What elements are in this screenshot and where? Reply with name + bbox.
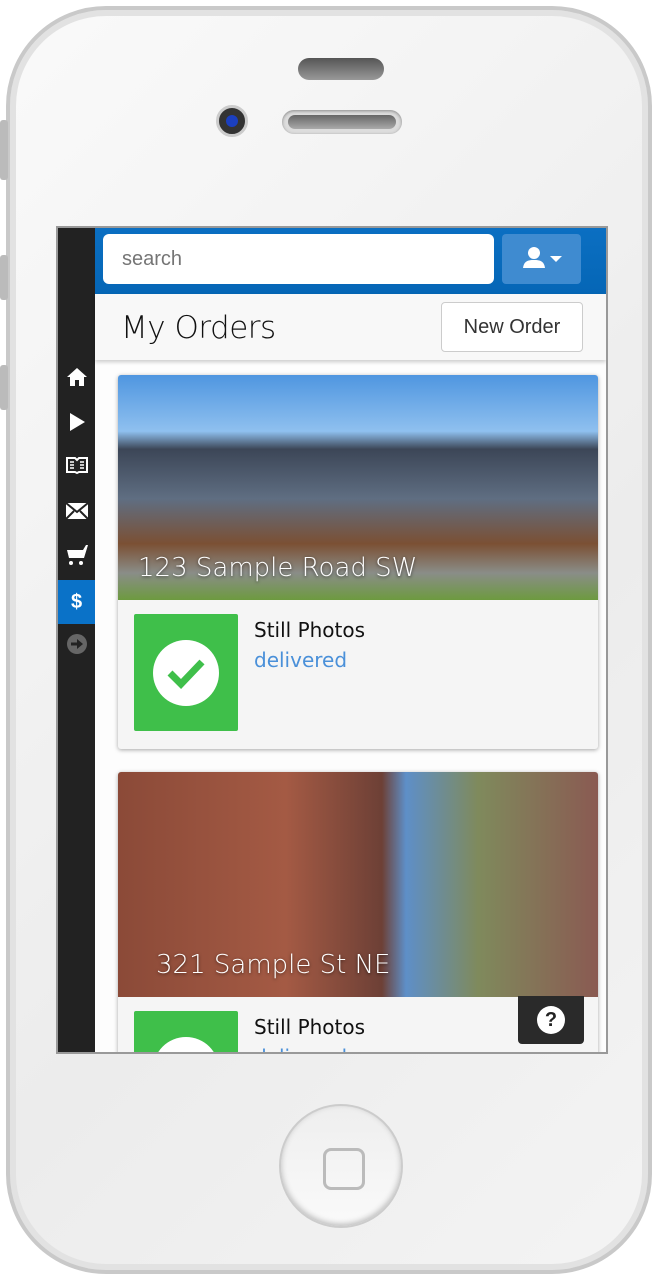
page-title: My Orders bbox=[121, 310, 276, 346]
user-icon bbox=[522, 246, 546, 273]
user-menu-button[interactable] bbox=[502, 234, 581, 284]
mute-switch bbox=[0, 120, 8, 180]
service-name: Still Photos bbox=[254, 1015, 366, 1039]
front-camera bbox=[216, 105, 248, 137]
order-status: delivered bbox=[254, 648, 348, 672]
check-icon bbox=[153, 1036, 219, 1052]
play-icon bbox=[68, 412, 86, 438]
book-icon bbox=[65, 456, 88, 480]
sidebar-item-messages[interactable] bbox=[58, 492, 95, 536]
dollar-icon: $ bbox=[70, 590, 83, 613]
status-badge bbox=[134, 614, 238, 731]
volume-up-button bbox=[0, 255, 8, 300]
earpiece-speaker bbox=[282, 110, 402, 134]
sidebar-item-play[interactable] bbox=[58, 403, 95, 447]
arrow-right-circle-icon bbox=[66, 633, 88, 661]
app-screen: $ My Orders New Order 123 Sample Road SW… bbox=[56, 226, 608, 1054]
sidebar: $ bbox=[58, 228, 95, 1052]
sidebar-item-guide[interactable] bbox=[58, 446, 95, 490]
home-button[interactable] bbox=[279, 1104, 403, 1228]
order-address: 321 Sample St NE bbox=[156, 950, 391, 980]
sidebar-item-logout[interactable] bbox=[58, 625, 95, 669]
page-header: My Orders New Order bbox=[95, 294, 606, 360]
sensor bbox=[298, 58, 384, 80]
status-badge bbox=[134, 1011, 238, 1052]
top-bar bbox=[95, 228, 606, 294]
help-button[interactable]: ? bbox=[518, 996, 584, 1044]
question-icon: ? bbox=[537, 1006, 565, 1034]
new-order-button[interactable]: New Order bbox=[441, 302, 583, 352]
sidebar-item-cart[interactable] bbox=[58, 536, 95, 580]
volume-down-button bbox=[0, 365, 8, 410]
sidebar-item-orders[interactable]: $ bbox=[58, 580, 95, 624]
sidebar-item-home[interactable] bbox=[58, 358, 95, 402]
order-card[interactable]: 123 Sample Road SW Still Photos delivere… bbox=[118, 375, 598, 749]
mail-icon bbox=[64, 502, 89, 526]
chevron-down-icon bbox=[549, 250, 562, 268]
home-icon bbox=[66, 367, 88, 393]
order-status: delivered bbox=[254, 1045, 347, 1052]
search-input[interactable] bbox=[103, 234, 494, 284]
check-icon bbox=[153, 639, 219, 706]
service-name: Still Photos bbox=[254, 618, 366, 642]
cart-icon bbox=[65, 544, 89, 572]
order-address: 123 Sample Road SW bbox=[138, 553, 418, 583]
